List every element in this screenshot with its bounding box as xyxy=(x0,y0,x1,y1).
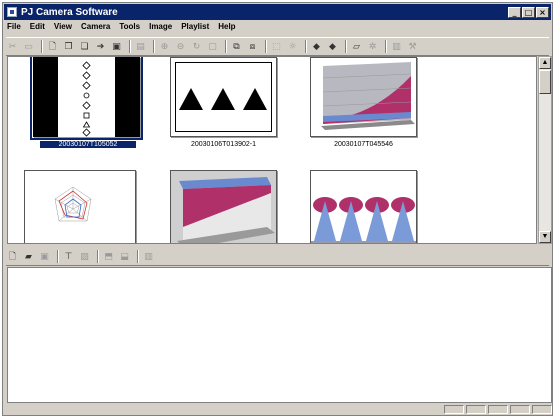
properties-icon[interactable]: ▥ xyxy=(390,40,403,53)
cone-chart-graphic xyxy=(311,171,416,243)
status-cell xyxy=(444,405,464,414)
playlist-pane[interactable] xyxy=(7,267,552,403)
thumbnail-image[interactable] xyxy=(30,57,143,140)
app-icon[interactable] xyxy=(7,7,17,17)
status-cell xyxy=(510,405,530,414)
toolbar-separator xyxy=(153,40,155,53)
slideshow-icon[interactable]: ⧉ xyxy=(230,40,243,53)
open-folder-icon[interactable]: ▰ xyxy=(22,250,35,263)
new-playlist-icon[interactable]: 🗋 xyxy=(6,250,19,263)
adjust-icon[interactable]: ☼ xyxy=(286,40,299,53)
next-icon[interactable]: ◆ xyxy=(326,40,339,53)
radar-chart-graphic xyxy=(54,186,92,222)
toolbar-separator xyxy=(265,40,267,53)
toolbar-separator xyxy=(137,250,139,263)
triangles-graphic xyxy=(179,88,267,110)
thumbnail-image[interactable] xyxy=(310,57,417,137)
playlist-properties-icon[interactable]: ▥ xyxy=(142,250,155,263)
menu-file[interactable]: File xyxy=(7,22,21,35)
save-playlist-icon[interactable]: ▣ xyxy=(38,250,51,263)
menu-help[interactable]: Help xyxy=(218,22,235,35)
multi-view-icon[interactable]: ⧈ xyxy=(246,40,259,53)
3d-area-chart-graphic xyxy=(171,171,276,243)
menu-image[interactable]: Image xyxy=(149,22,172,35)
status-bar xyxy=(7,405,552,415)
thumbnail-caption[interactable]: 20030106T013902-1 xyxy=(160,141,287,148)
save-icon[interactable]: ▣ xyxy=(110,40,123,53)
rotate-icon[interactable]: ↻ xyxy=(190,40,203,53)
fit-window-icon[interactable]: ▢ xyxy=(206,40,219,53)
scroll-thumb[interactable] xyxy=(539,70,551,94)
menu-bar: File Edit View Camera Tools Image Playli… xyxy=(7,22,245,35)
shapes-column-graphic xyxy=(82,61,91,137)
crop-icon[interactable]: ⬚ xyxy=(270,40,283,53)
toolbar-separator xyxy=(41,40,43,53)
scroll-down-button[interactable]: ▼ xyxy=(539,231,551,243)
toolbar-separator xyxy=(345,40,347,53)
help-icon[interactable]: ⚒ xyxy=(406,40,419,53)
zoom-in-icon[interactable]: ⊕ xyxy=(158,40,171,53)
menu-edit[interactable]: Edit xyxy=(30,22,45,35)
remove-item-icon[interactable]: ▨ xyxy=(78,250,91,263)
zoom-out-icon[interactable]: ⊖ xyxy=(174,40,187,53)
menu-tools[interactable]: Tools xyxy=(119,22,140,35)
scroll-up-button[interactable]: ▲ xyxy=(539,57,551,69)
title-bar[interactable]: PJ Camera Software _ □ × xyxy=(4,4,551,20)
move-down-icon[interactable]: ⬓ xyxy=(118,250,131,263)
copy-icon[interactable]: ❐ xyxy=(62,40,75,53)
move-up-icon[interactable]: ⬒ xyxy=(102,250,115,263)
menu-playlist[interactable]: Playlist xyxy=(181,22,209,35)
app-window: PJ Camera Software _ □ × File Edit View … xyxy=(2,2,553,416)
status-cell xyxy=(532,405,552,414)
thumbnail-image[interactable] xyxy=(24,170,136,243)
thumbnail-image[interactable] xyxy=(170,57,277,137)
toolbar-separator xyxy=(385,40,387,53)
status-cell xyxy=(488,405,508,414)
camera-connect-icon[interactable]: ✂ xyxy=(6,40,19,53)
toolbar-separator xyxy=(129,40,131,53)
thumbnail-image[interactable] xyxy=(310,170,417,243)
display-icon[interactable]: ▱ xyxy=(350,40,363,53)
toolbar-separator xyxy=(97,250,99,263)
menu-view[interactable]: View xyxy=(54,22,72,35)
previous-icon[interactable]: ◆ xyxy=(310,40,323,53)
effects-icon[interactable]: ✲ xyxy=(366,40,379,53)
toolbar-separator xyxy=(305,40,307,53)
minimize-button[interactable]: _ xyxy=(508,6,521,18)
maximize-button[interactable]: □ xyxy=(522,6,535,18)
paste-icon[interactable]: ❏ xyxy=(78,40,91,53)
main-toolbar: ✂ ▭ 🗋 ❐ ❏ ➔ ▣ ▤ ⊕ ⊖ ↻ ▢ ⧉ ⧈ ⬚ ☼ ◆ ◆ ▱ ✲ … xyxy=(6,37,549,56)
menu-camera[interactable]: Camera xyxy=(81,22,110,35)
thumbnail-image[interactable] xyxy=(170,170,277,243)
area-chart-graphic xyxy=(311,58,416,136)
status-cell xyxy=(466,405,486,414)
thumbnail-caption[interactable]: 20030107T045546 xyxy=(300,141,427,148)
print-icon[interactable]: ▤ xyxy=(134,40,147,53)
new-file-icon[interactable]: 🗋 xyxy=(46,40,59,53)
vertical-scrollbar[interactable]: ▲ ▼ xyxy=(538,56,552,244)
add-item-icon[interactable]: ⊤ xyxy=(62,250,75,263)
toolbar-separator xyxy=(57,250,59,263)
thumbnail-pane: 20030107T105052 20030106T013902-1 200301… xyxy=(7,56,537,244)
thumbnail-caption[interactable]: 20030107T105052 xyxy=(40,141,136,148)
playlist-toolbar: 🗋 ▰ ▣ ⊤ ▨ ⬒ ⬓ ▥ xyxy=(6,248,549,266)
close-button[interactable]: × xyxy=(536,6,549,18)
transfer-icon[interactable]: ➔ xyxy=(94,40,107,53)
toolbar-separator xyxy=(225,40,227,53)
camera-settings-icon[interactable]: ▭ xyxy=(22,40,35,53)
window-title: PJ Camera Software xyxy=(21,6,118,18)
